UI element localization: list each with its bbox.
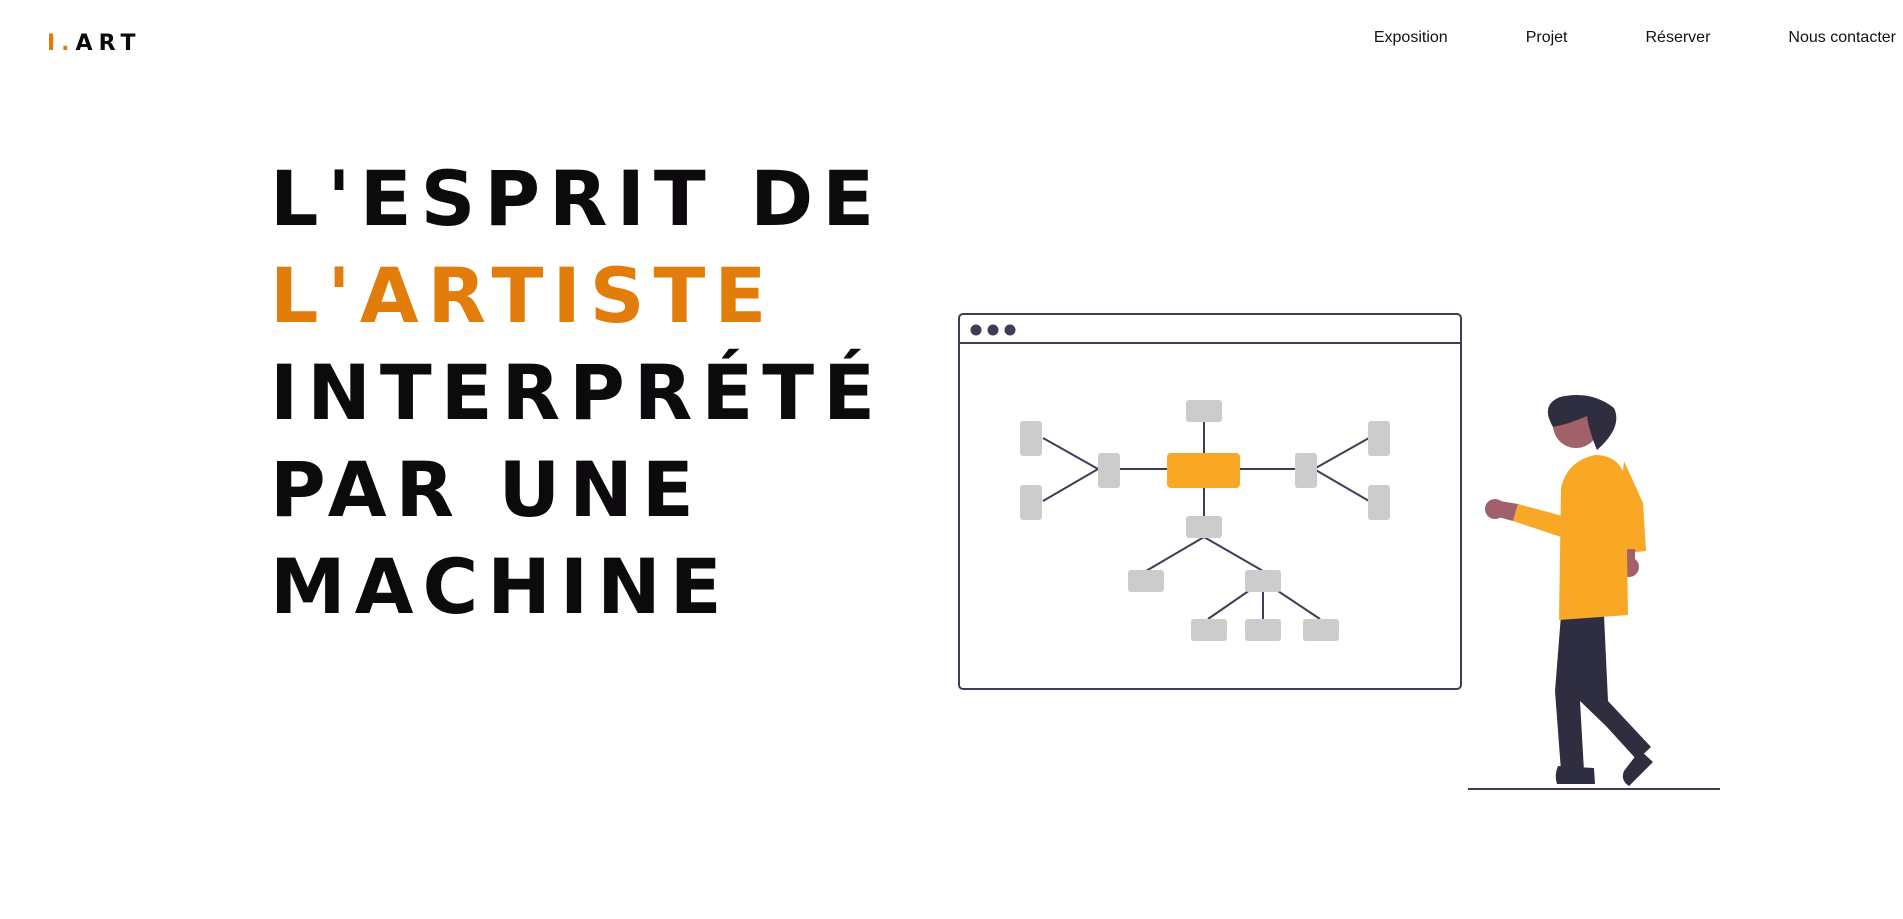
window-dot-icon	[1004, 324, 1016, 336]
mind-map-node	[1098, 453, 1120, 488]
window-dot-icon	[987, 324, 999, 336]
mind-map-node	[1295, 453, 1317, 488]
hero-headline: L'ESPRIT DE L'ARTISTE INTERPRÉTÉ PAR UNE…	[270, 150, 884, 635]
nav-link-projet[interactable]: Projet	[1526, 29, 1568, 47]
mind-map-node	[1245, 619, 1281, 641]
headline-line-2: L'ARTISTE	[270, 251, 776, 340]
mind-map-node	[1303, 619, 1339, 641]
nav-link-exposition[interactable]: Exposition	[1374, 29, 1448, 47]
mind-map-node	[1368, 421, 1390, 456]
headline-line-1: L'ESPRIT DE	[270, 154, 884, 243]
mind-map-node	[1186, 400, 1222, 422]
logo-text: ART	[75, 30, 142, 56]
logo-mark: I.	[47, 30, 76, 56]
presenter-person	[1485, 395, 1653, 786]
headline-line-5: MACHINE	[270, 542, 731, 631]
mind-map-node	[1245, 570, 1281, 592]
headline-line-3: INTERPRÉTÉ	[270, 348, 885, 437]
window-dot-icon	[970, 324, 982, 336]
mind-map-central-node	[1167, 453, 1240, 488]
mind-map-node	[1128, 570, 1164, 592]
mind-map-presentation-illustration	[958, 313, 1720, 790]
mind-map-node	[1020, 485, 1042, 520]
headline-line-4: PAR UNE	[270, 445, 703, 534]
mind-map-node	[1368, 485, 1390, 520]
mind-map-node	[1186, 516, 1222, 538]
mind-map-node	[1020, 421, 1042, 456]
nav-link-reserver[interactable]: Réserver	[1645, 29, 1710, 47]
nav-link-contact[interactable]: Nous contacter	[1788, 29, 1896, 47]
main-navigation: Exposition Projet Réserver Nous contacte…	[1374, 27, 1903, 49]
site-logo[interactable]: I. ART	[47, 27, 142, 59]
mind-map-node	[1191, 619, 1227, 641]
